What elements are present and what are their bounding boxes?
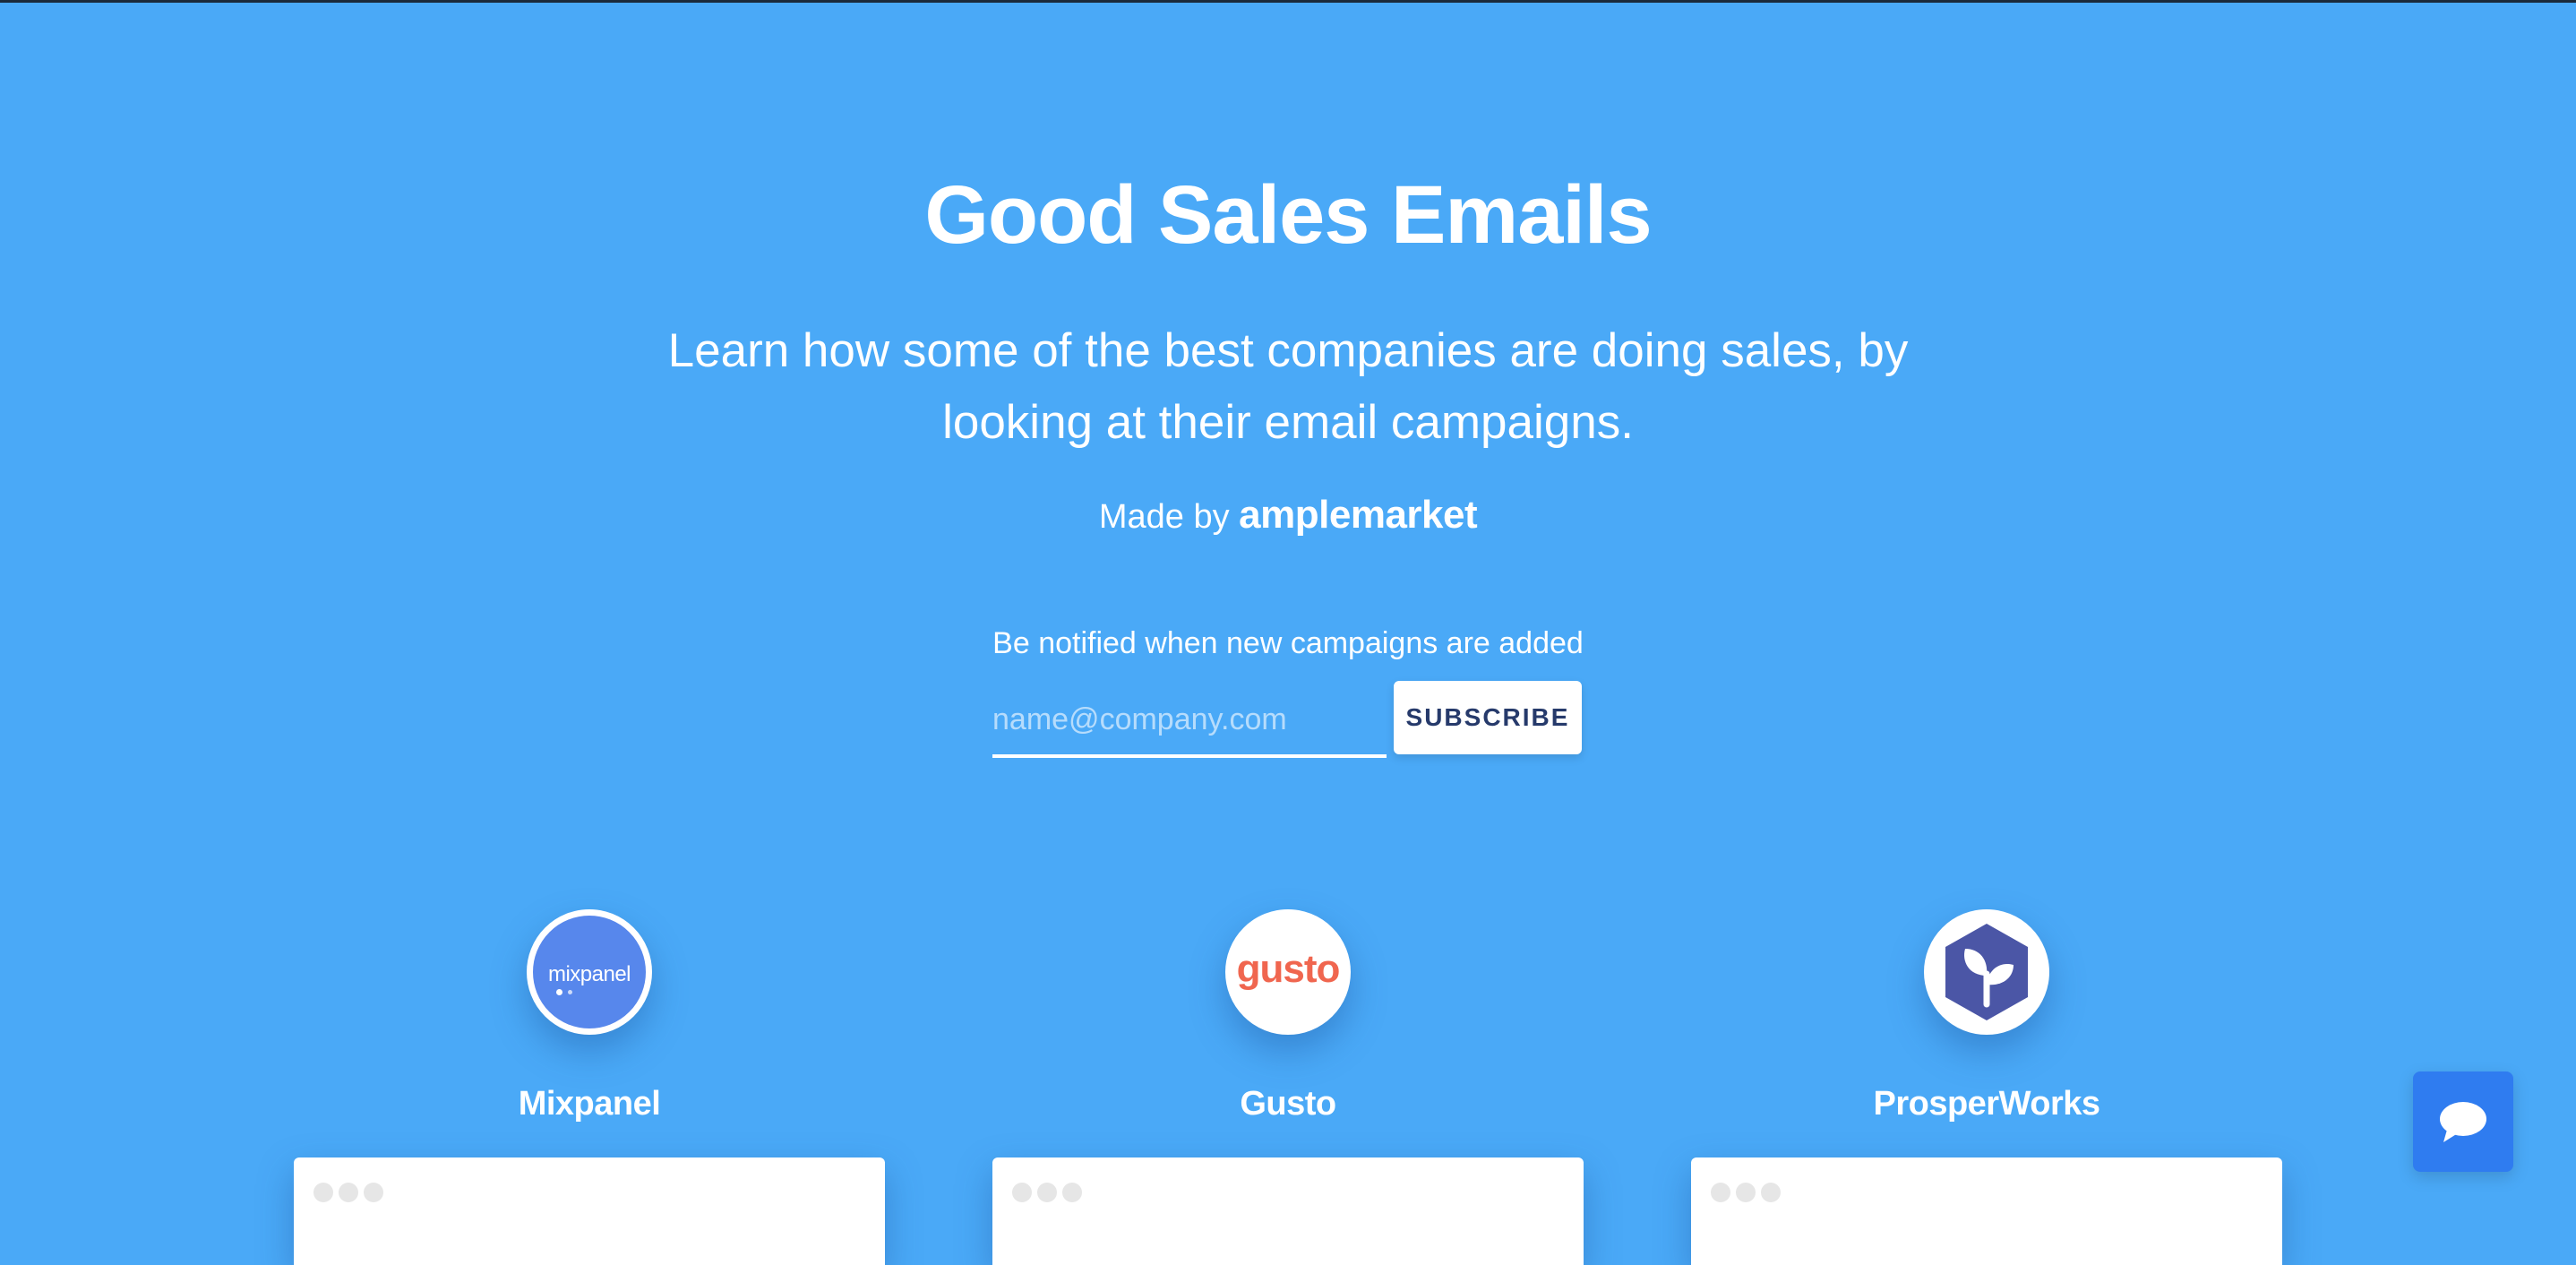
chat-bubble-icon — [2440, 1102, 2486, 1142]
email-input[interactable] — [992, 684, 1387, 758]
gusto-logo[interactable]: gusto — [1225, 909, 1351, 1035]
email-preview-card-mixpanel[interactable] — [294, 1157, 885, 1265]
top-border — [0, 0, 2576, 3]
company-name-mixpanel[interactable]: Mixpanel — [294, 1081, 885, 1126]
email-preview-card-gusto[interactable] — [992, 1157, 1584, 1265]
page-title: Good Sales Emails — [924, 169, 1652, 261]
chat-button[interactable] — [2413, 1071, 2513, 1172]
window-dots-icon — [313, 1183, 383, 1202]
mixpanel-logo[interactable]: mixpanel — [527, 909, 652, 1035]
gusto-wordmark: gusto — [1236, 947, 1341, 991]
company-name-prosperworks[interactable]: ProsperWorks — [1691, 1081, 2282, 1126]
mixpanel-wordmark: mixpanel — [547, 961, 631, 986]
page-subtitle: Learn how some of the best companies are… — [667, 324, 1909, 449]
leaf-icon — [1945, 924, 2028, 1020]
window-dots-icon — [1711, 1183, 1781, 1202]
amplemarket-link[interactable]: amplemarket — [1239, 493, 1477, 537]
mixpanel-dots-icon — [556, 988, 572, 995]
prosperworks-logo[interactable] — [1924, 909, 2049, 1035]
made-by-credit: Made by amplemarket — [0, 484, 2576, 548]
window-dots-icon — [1012, 1183, 1082, 1202]
notify-label: Be notified when new campaigns are added — [992, 626, 1584, 660]
made-by-prefix: Made by — [1098, 498, 1230, 536]
subscribe-button[interactable]: SUBSCRIBE — [1394, 681, 1582, 754]
email-preview-card-prosperworks[interactable] — [1691, 1157, 2282, 1265]
company-name-gusto[interactable]: Gusto — [992, 1081, 1584, 1126]
